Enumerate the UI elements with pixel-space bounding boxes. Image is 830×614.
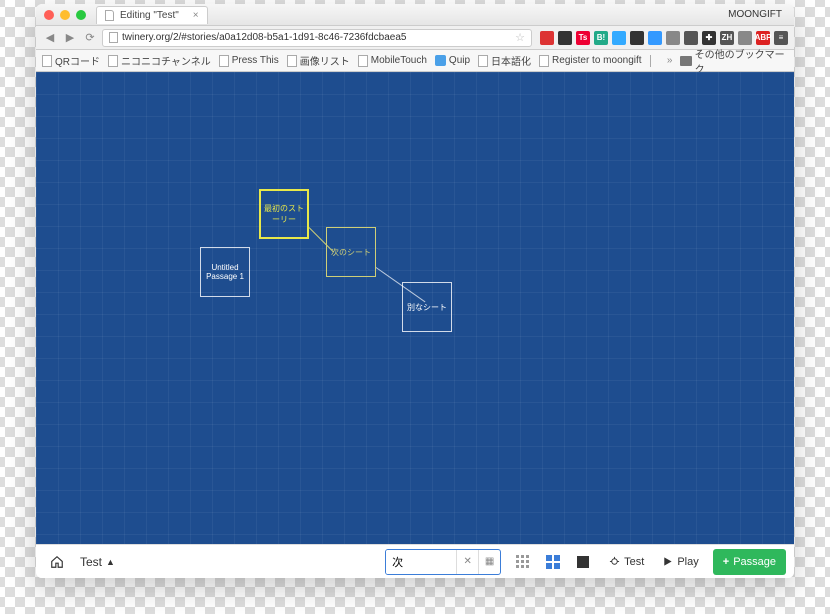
search-input[interactable] — [386, 550, 456, 574]
bookmark-star-icon[interactable]: ☆ — [515, 31, 525, 44]
extension-icon[interactable]: Ts — [576, 31, 590, 45]
bookmark-label: MobileTouch — [371, 55, 427, 66]
zoom-small-button[interactable] — [511, 551, 535, 573]
plus-icon: + — [723, 556, 729, 568]
zoom-medium-button[interactable] — [541, 551, 565, 573]
zoom-controls — [511, 551, 595, 573]
add-passage-button[interactable]: + Passage — [713, 549, 786, 575]
url-text: twinery.org/2/#stories/a0a12d08-b5a1-1d9… — [122, 32, 511, 43]
bookmark-label: Register to moongift — [552, 55, 642, 66]
clear-search-button[interactable]: ✕ — [456, 550, 478, 574]
story-menu-button[interactable]: Test ▲ — [80, 555, 115, 569]
bottom-toolbar: Test ▲ ✕ ▦ Test Play — [36, 544, 794, 578]
search-options-button[interactable]: ▦ — [478, 550, 500, 574]
bookmark-icon — [42, 55, 52, 67]
folder-icon — [680, 56, 691, 66]
extension-icon[interactable] — [630, 31, 644, 45]
bookmark-icon — [650, 55, 651, 67]
story-name: Test — [80, 555, 102, 569]
bookmark-folder[interactable]: その他のブックマーク — [680, 46, 788, 76]
titlebar: Editing "Test" × MOONGIFT — [36, 4, 794, 26]
bookmark-label: 画像リスト — [300, 53, 350, 68]
passage-node[interactable]: Untitled Passage 1 — [200, 247, 250, 297]
bookmark-icon — [478, 55, 488, 67]
close-tab-icon[interactable]: × — [193, 10, 199, 21]
bookmark-icon — [219, 55, 229, 67]
extension-icon[interactable] — [612, 31, 626, 45]
window-controls — [44, 10, 86, 20]
browser-window: Editing "Test" × MOONGIFT ◀ ▶ ⟳ twinery.… — [36, 4, 794, 578]
bookmark-icon — [435, 55, 446, 66]
bookmark-item[interactable]: Press This — [219, 55, 279, 67]
play-button[interactable]: Play — [658, 556, 702, 568]
extension-icon[interactable] — [558, 31, 572, 45]
overflow-icon[interactable]: » — [667, 55, 673, 66]
extension-icon[interactable]: ✚ — [702, 31, 716, 45]
bookmark-label: QRコード — [55, 53, 100, 68]
passage-node[interactable]: 別なシート — [402, 282, 452, 332]
site-icon — [109, 32, 118, 43]
bookmark-item[interactable]: Register to moongift — [539, 55, 642, 67]
extension-icon[interactable]: ≡ — [774, 31, 788, 45]
chevron-up-icon: ▲ — [106, 557, 115, 567]
extension-icon[interactable]: ZH — [720, 31, 734, 45]
bookmark-item[interactable]: MobileTouch — [358, 55, 427, 67]
forward-button[interactable]: ▶ — [62, 30, 78, 46]
play-label: Play — [677, 556, 698, 568]
bookmark-icon — [358, 55, 368, 67]
bookmark-icon — [108, 55, 118, 67]
test-label: Test — [624, 556, 644, 568]
folder-label: その他のブックマーク — [695, 46, 788, 76]
bookmark-label: ニコニコチャンネル — [121, 53, 211, 68]
browser-tab[interactable]: Editing "Test" × — [96, 6, 208, 24]
bookmarks-bar: QRコード ニコニコチャンネル Press This 画像リスト MobileTouch… — [36, 50, 794, 72]
tab-title: Editing "Test" — [120, 10, 179, 21]
bookmark-item[interactable]: 請求書 — [650, 53, 651, 68]
reload-button[interactable]: ⟳ — [82, 30, 98, 46]
extensions-row: Ts B! ✚ ZH ABP ≡ — [540, 31, 788, 45]
page-icon — [105, 10, 114, 21]
bookmark-label: Press This — [232, 55, 279, 66]
bookmark-icon — [539, 55, 549, 67]
minimize-window-button[interactable] — [60, 10, 70, 20]
bookmark-icon — [287, 55, 297, 67]
account-label[interactable]: MOONGIFT — [728, 9, 786, 20]
extension-icon[interactable] — [648, 31, 662, 45]
extension-icon[interactable] — [666, 31, 680, 45]
maximize-window-button[interactable] — [76, 10, 86, 20]
extension-icon[interactable] — [540, 31, 554, 45]
home-button[interactable] — [44, 550, 70, 574]
search-box: ✕ ▦ — [385, 549, 501, 575]
bookmark-label: Quip — [449, 55, 470, 66]
extension-icon[interactable]: ABP — [756, 31, 770, 45]
bookmark-item[interactable]: 日本語化 — [478, 53, 531, 68]
bookmark-item[interactable]: 画像リスト — [287, 53, 350, 68]
back-button[interactable]: ◀ — [42, 30, 58, 46]
extension-icon[interactable] — [684, 31, 698, 45]
url-box[interactable]: twinery.org/2/#stories/a0a12d08-b5a1-1d9… — [102, 29, 532, 47]
close-window-button[interactable] — [44, 10, 54, 20]
extension-icon[interactable]: B! — [594, 31, 608, 45]
passage-node[interactable]: 次のシート — [326, 227, 376, 277]
extension-icon[interactable] — [738, 31, 752, 45]
bookmark-item[interactable]: Quip — [435, 55, 470, 66]
bookmark-item[interactable]: ニコニコチャンネル — [108, 53, 211, 68]
story-canvas[interactable]: Untitled Passage 1最初のストーリー次のシート別なシート — [36, 72, 794, 544]
bookmark-label: 日本語化 — [491, 53, 531, 68]
test-button[interactable]: Test — [605, 556, 648, 568]
passage-node[interactable]: 最初のストーリー — [259, 189, 309, 239]
passage-label: Passage — [733, 556, 776, 568]
zoom-large-button[interactable] — [571, 551, 595, 573]
bookmark-item[interactable]: QRコード — [42, 53, 100, 68]
